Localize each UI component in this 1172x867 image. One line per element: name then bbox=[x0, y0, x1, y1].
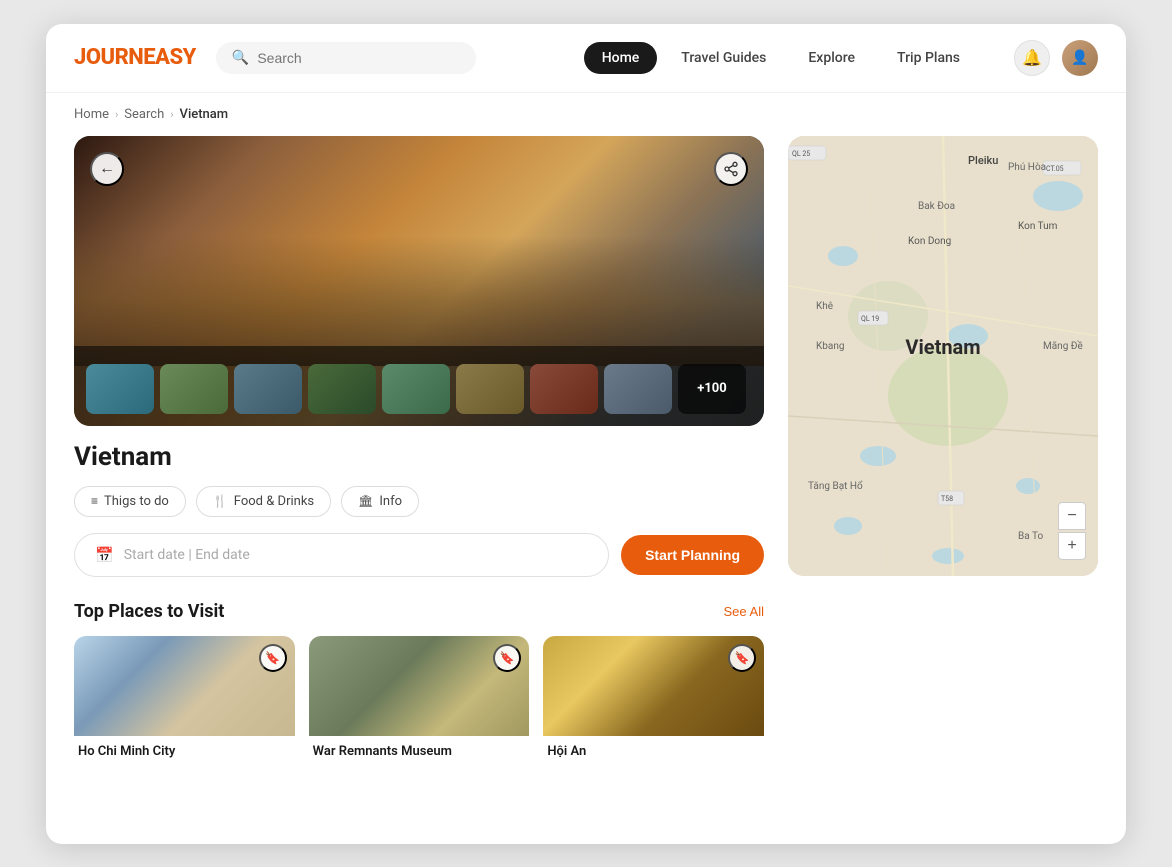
thumbnail-5[interactable] bbox=[382, 364, 450, 414]
nav-item-explore[interactable]: Explore bbox=[790, 42, 873, 74]
nav: Home Travel Guides Explore Trip Plans bbox=[584, 42, 978, 74]
place-title: Vietnam bbox=[74, 442, 764, 472]
thumbnail-2[interactable] bbox=[160, 364, 228, 414]
map-zoom-out-button[interactable]: − bbox=[1058, 502, 1086, 530]
header-right: 🔔 👤 bbox=[1014, 40, 1098, 76]
calendar-icon: 📅 bbox=[95, 546, 114, 564]
place-card-war-museum[interactable]: 🔖 War Remnants Museum bbox=[309, 636, 530, 763]
tag-food-drinks-label: Food & Drinks bbox=[234, 494, 314, 509]
place-card-war-museum-image: 🔖 bbox=[309, 636, 530, 736]
thumbnail-7[interactable] bbox=[530, 364, 598, 414]
section-title: Top Places to Visit bbox=[74, 601, 224, 622]
avatar-image: 👤 bbox=[1062, 40, 1098, 76]
start-planning-button[interactable]: Start Planning bbox=[621, 535, 764, 575]
breadcrumb-home[interactable]: Home bbox=[74, 107, 109, 122]
right-panel: QL 25 CT.05 QL 19 T58 Pleiku Phú Hòa Bak… bbox=[788, 136, 1098, 763]
info-icon: 🏛 bbox=[358, 494, 373, 508]
map-label-tangbatho: Tăng Bạt Hổ bbox=[808, 481, 863, 492]
nav-item-travel-guides[interactable]: Travel Guides bbox=[663, 42, 784, 74]
gallery-container: ← +100 bbox=[74, 136, 764, 426]
date-input-wrap[interactable]: 📅 Start date | End date bbox=[74, 533, 609, 577]
gallery-back-button[interactable]: ← bbox=[90, 152, 124, 186]
gallery-thumbnails: +100 bbox=[86, 364, 752, 414]
app-container: JOURNEASY 🔍 Home Travel Guides Explore T… bbox=[46, 24, 1126, 844]
date-planner: 📅 Start date | End date Start Planning bbox=[74, 533, 764, 577]
search-input[interactable] bbox=[257, 50, 460, 66]
place-card-hcmc-image: 🔖 bbox=[74, 636, 295, 736]
bookmark-hcmc-button[interactable]: 🔖 bbox=[259, 644, 287, 672]
tag-things-to-do-label: Thigs to do bbox=[104, 494, 169, 509]
search-icon: 🔍 bbox=[232, 50, 249, 66]
thumbnail-3[interactable] bbox=[234, 364, 302, 414]
place-card-hoian-image: 🔖 bbox=[543, 636, 764, 736]
place-info: Vietnam ≡ Thigs to do 🍴 Food & Drinks 🏛 … bbox=[74, 426, 764, 763]
nav-item-trip-plans[interactable]: Trip Plans bbox=[879, 42, 978, 74]
logo: JOURNEASY bbox=[74, 45, 196, 70]
section-header: Top Places to Visit See All bbox=[74, 601, 764, 622]
food-drinks-icon: 🍴 bbox=[213, 494, 228, 508]
notification-button[interactable]: 🔔 bbox=[1014, 40, 1050, 76]
map-label-kbang: Kbang bbox=[816, 341, 844, 352]
place-hoian-name: Hội An bbox=[543, 736, 764, 763]
map-label-kontum: Kon Tum bbox=[1018, 221, 1057, 232]
tag-info[interactable]: 🏛 Info bbox=[341, 486, 419, 517]
map-label-pleiku: Pleiku bbox=[968, 154, 998, 167]
main-content: ← +100 bbox=[46, 136, 1126, 783]
tag-info-label: Info bbox=[379, 494, 402, 509]
map-controls: − + bbox=[1058, 502, 1086, 560]
place-hcmc-name: Ho Chi Minh City bbox=[74, 736, 295, 763]
search-bar[interactable]: 🔍 bbox=[216, 42, 476, 74]
tag-things-to-do[interactable]: ≡ Thigs to do bbox=[74, 486, 186, 517]
map-label-mangde: Mãng Đề bbox=[1043, 341, 1083, 352]
bookmark-hoian-button[interactable]: 🔖 bbox=[728, 644, 756, 672]
svg-text:CT.05: CT.05 bbox=[1046, 165, 1064, 173]
places-grid: 🔖 Ho Chi Minh City 🔖 War Remnants Museum bbox=[74, 636, 764, 763]
map-background: QL 25 CT.05 QL 19 T58 Pleiku Phú Hòa Bak… bbox=[788, 136, 1098, 576]
thumbnail-8[interactable] bbox=[604, 364, 672, 414]
gallery-share-button[interactable] bbox=[714, 152, 748, 186]
map-container[interactable]: QL 25 CT.05 QL 19 T58 Pleiku Phú Hòa Bak… bbox=[788, 136, 1098, 576]
map-label-phuboa: Phú Hòa bbox=[1008, 162, 1046, 173]
map-label-kondong: Kon Dong bbox=[908, 236, 951, 247]
place-war-name: War Remnants Museum bbox=[309, 736, 530, 763]
breadcrumb: Home › Search › Vietnam bbox=[46, 93, 1126, 136]
svg-text:QL 19: QL 19 bbox=[861, 315, 879, 323]
thumbnail-4[interactable] bbox=[308, 364, 376, 414]
tag-food-drinks[interactable]: 🍴 Food & Drinks bbox=[196, 486, 331, 517]
left-panel: ← +100 bbox=[74, 136, 764, 763]
map-label-bakdoa: Bak Đoa bbox=[918, 201, 955, 212]
thumbnail-6[interactable] bbox=[456, 364, 524, 414]
see-all-button[interactable]: See All bbox=[724, 604, 764, 619]
map-label-vietnam: Vietnam bbox=[905, 335, 980, 359]
map-zoom-in-button[interactable]: + bbox=[1058, 532, 1086, 560]
tags-container: ≡ Thigs to do 🍴 Food & Drinks 🏛 Info bbox=[74, 486, 764, 517]
svg-text:T58: T58 bbox=[941, 495, 953, 503]
svg-text:QL 25: QL 25 bbox=[792, 150, 810, 158]
breadcrumb-search[interactable]: Search bbox=[124, 107, 164, 122]
map-label-bato: Ba To bbox=[1018, 531, 1043, 542]
place-card-hoian[interactable]: 🔖 Hội An bbox=[543, 636, 764, 763]
place-card-hcmc[interactable]: 🔖 Ho Chi Minh City bbox=[74, 636, 295, 763]
breadcrumb-sep-1: › bbox=[115, 108, 118, 121]
thumbnail-1[interactable] bbox=[86, 364, 154, 414]
things-to-do-icon: ≡ bbox=[91, 494, 98, 508]
avatar[interactable]: 👤 bbox=[1062, 40, 1098, 76]
nav-item-home[interactable]: Home bbox=[584, 42, 658, 74]
breadcrumb-current: Vietnam bbox=[180, 107, 229, 122]
bookmark-war-button[interactable]: 🔖 bbox=[493, 644, 521, 672]
thumbnail-more[interactable]: +100 bbox=[678, 364, 746, 414]
map-label-khe: Khê bbox=[816, 301, 833, 312]
date-placeholder: Start date | End date bbox=[124, 547, 250, 563]
header: JOURNEASY 🔍 Home Travel Guides Explore T… bbox=[46, 24, 1126, 93]
breadcrumb-sep-2: › bbox=[170, 108, 173, 121]
